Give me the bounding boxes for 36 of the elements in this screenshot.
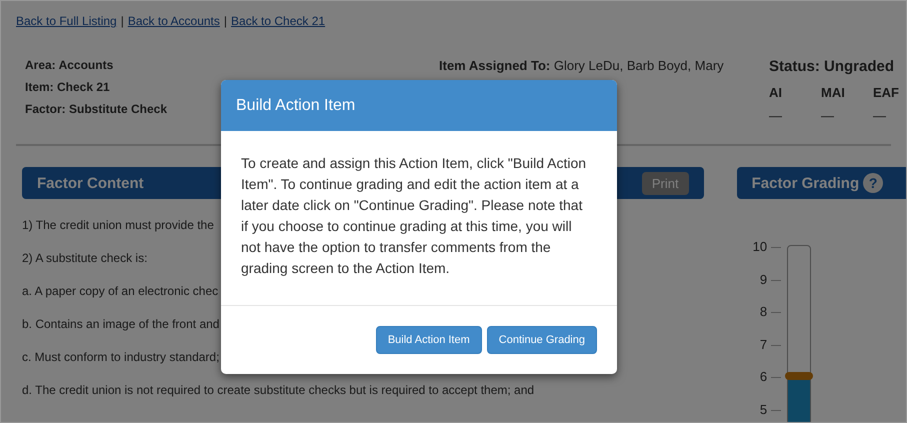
dialog-button[interactable]: Build Action Item xyxy=(376,326,482,354)
content-line: d. The credit union is not required to create substitute checks but is required to accept them; and xyxy=(22,383,534,397)
content-line: 1) The credit union must provide the xyxy=(22,218,214,232)
separator: | xyxy=(120,14,124,28)
grade-value: — xyxy=(873,108,887,123)
content-line: c. Must conform to industry standard; xyxy=(22,350,220,364)
detail-label: Area: Accounts xyxy=(25,58,114,72)
content-line: 2) A substitute check is: xyxy=(22,251,148,265)
content-line: b. Contains an image of the front and xyxy=(22,317,220,331)
dialog-button[interactable]: Continue Grading xyxy=(486,326,597,354)
detail-label: Item: Check 21 xyxy=(25,80,110,94)
grade-value: — xyxy=(821,108,835,123)
scale-label: 8 xyxy=(760,305,768,319)
breadcrumb-link[interactable]: Back to Check 21 xyxy=(231,14,326,28)
scale-label: 6 xyxy=(760,370,768,384)
scale-label: 10 xyxy=(752,240,768,254)
separator: | xyxy=(224,14,228,28)
section-title: Factor Grading xyxy=(752,174,860,192)
assigned-text: Item Assigned To: Glory LeDu, Barb Boyd, Mary xyxy=(439,58,725,73)
scale-label: 7 xyxy=(760,338,768,352)
slider-thumb[interactable] xyxy=(785,372,814,380)
grade-label: AI xyxy=(769,85,783,100)
breadcrumb-link[interactable]: Back to Full Listing xyxy=(16,14,117,28)
dialog-message: To create and assign this Action Item, click "Build Action Item". To continue grading and edit the action item at a later date click on "Continue Grading". Please note that if you choose to continue grading at this time, you will not have the option to transfer comments from the grading screen to the Action Item. xyxy=(221,131,617,306)
grade-value: — xyxy=(769,108,783,123)
content-line: a. A paper copy of an electronic chec xyxy=(22,284,218,298)
grade-label: MAI xyxy=(821,85,846,100)
scale-label: 5 xyxy=(760,402,768,416)
status-title: Status: Ungraded xyxy=(769,58,896,75)
help-icon[interactable]: ? xyxy=(863,173,884,193)
grade-label: EAF xyxy=(873,85,900,100)
dialog-title: Build Action Item xyxy=(221,80,617,131)
breadcrumb-link[interactable]: Back to Accounts xyxy=(128,14,220,28)
detail-label: Factor: Substitute Check xyxy=(25,102,168,116)
section-title: Factor Content xyxy=(37,174,144,192)
scale-label: 9 xyxy=(760,272,768,286)
